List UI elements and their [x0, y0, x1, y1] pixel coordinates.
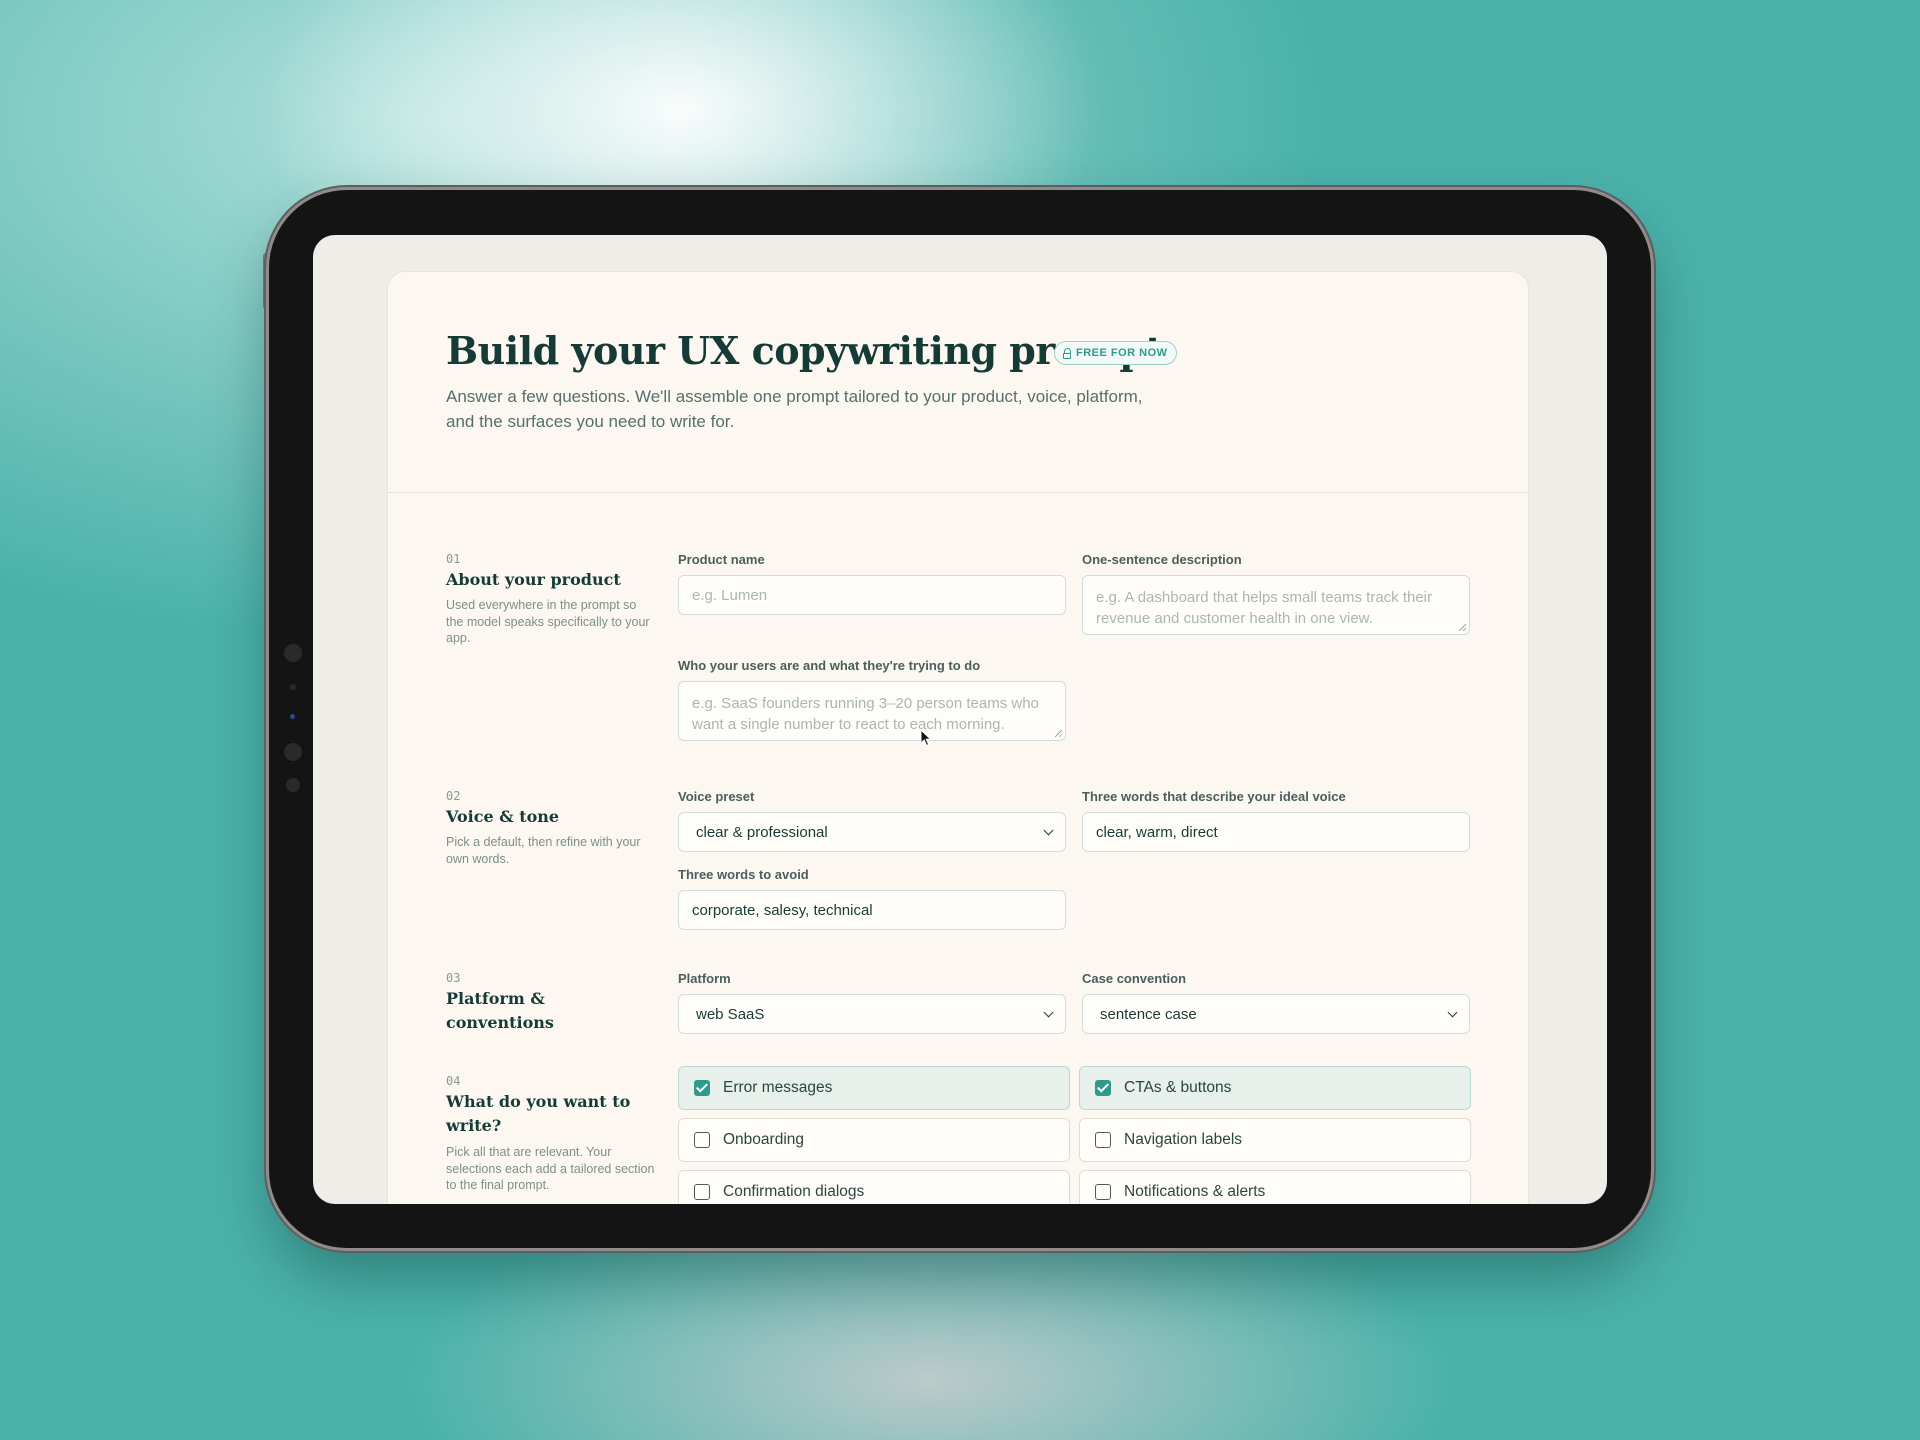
- section-description: Pick all that are relevant. Your selecti…: [446, 1145, 655, 1192]
- option-label: Error messages: [723, 1079, 833, 1096]
- form-card: Build your UX copywriting prompt FREE FO…: [387, 271, 1529, 1204]
- field-label: Case convention: [1082, 971, 1187, 986]
- chevron-down-icon: [1043, 1007, 1054, 1017]
- users-field: Who your users are and what they're tryi…: [678, 658, 1066, 741]
- checkbox-checked-icon[interactable]: [694, 1080, 710, 1096]
- chevron-down-icon: [1447, 1007, 1458, 1017]
- chevron-down-icon: [1043, 825, 1054, 835]
- resize-handle-icon[interactable]: [1459, 624, 1466, 631]
- case-select[interactable]: sentence case: [1082, 994, 1470, 1034]
- lock-icon: [1063, 347, 1072, 359]
- platform-select[interactable]: web SaaS: [678, 994, 1066, 1034]
- form-header: Build your UX copywriting prompt FREE FO…: [388, 272, 1528, 493]
- tablet-screen: Build your UX copywriting prompt FREE FO…: [313, 235, 1607, 1204]
- camera-dot: [284, 644, 302, 662]
- cursor-icon: [920, 729, 932, 747]
- section-title: Platform & conventions: [446, 989, 554, 1032]
- section-number: 02: [446, 789, 461, 803]
- field-label: Product name: [678, 552, 765, 567]
- description-textarea[interactable]: e.g. A dashboard that helps small teams …: [1082, 575, 1470, 635]
- field-label: Who your users are and what they're tryi…: [678, 658, 981, 673]
- sensor-dot: [290, 684, 296, 690]
- avoid-words-input[interactable]: corporate, salesy, technical: [678, 890, 1066, 930]
- option-label: Onboarding: [723, 1131, 805, 1148]
- users-textarea[interactable]: e.g. SaaS founders running 3–20 person t…: [678, 681, 1066, 741]
- section-number: 01: [446, 552, 461, 566]
- checkbox-icon[interactable]: [694, 1132, 710, 1148]
- avoid-words-field: Three words to avoid corporate, salesy, …: [678, 867, 1066, 930]
- section-number: 03: [446, 971, 461, 985]
- field-label: Platform: [678, 971, 731, 986]
- surface-option-onboarding[interactable]: Onboarding: [678, 1118, 1070, 1162]
- surface-option-navigation-labels[interactable]: Navigation labels: [1079, 1118, 1471, 1162]
- resize-handle-icon[interactable]: [1055, 730, 1062, 737]
- platform-field: Platform web SaaS: [678, 971, 1066, 1034]
- voice-preset-field: Voice preset clear & professional: [678, 789, 1066, 852]
- select-value: sentence case: [1100, 1005, 1197, 1023]
- voice-words-input[interactable]: clear, warm, direct: [1082, 812, 1470, 852]
- badge-label: FREE FOR NOW: [1076, 347, 1168, 359]
- checkbox-icon[interactable]: [694, 1184, 710, 1200]
- option-label: Notifications & alerts: [1124, 1183, 1266, 1200]
- section-platform: 03 Platform & conventions Platform web S…: [446, 971, 1476, 1041]
- section-product: 01 About your product Used everywhere in…: [446, 552, 1476, 752]
- field-label: Voice preset: [678, 789, 755, 804]
- section-description: Used everywhere in the prompt so the mod…: [446, 598, 650, 645]
- section-title: Voice & tone: [446, 807, 560, 826]
- field-label: One-sentence description: [1082, 552, 1242, 567]
- option-label: CTAs & buttons: [1124, 1079, 1232, 1096]
- page-subtitle: Answer a few questions. We'll assemble o…: [446, 387, 1143, 431]
- field-label: Three words to avoid: [678, 867, 809, 882]
- camera-dot: [286, 778, 300, 792]
- textarea-placeholder: e.g. SaaS founders running 3–20 person t…: [692, 695, 1039, 733]
- option-label: Navigation labels: [1124, 1131, 1243, 1148]
- surface-option-notifications-alerts[interactable]: Notifications & alerts: [1079, 1170, 1471, 1204]
- section-description: Pick a default, then refine with your ow…: [446, 835, 641, 866]
- textarea-placeholder: e.g. A dashboard that helps small teams …: [1096, 589, 1433, 627]
- section-voice: 02 Voice & tone Pick a default, then ref…: [446, 789, 1476, 930]
- surface-option-ctas-buttons[interactable]: CTAs & buttons: [1079, 1066, 1471, 1110]
- surface-option-error-messages[interactable]: Error messages: [678, 1066, 1070, 1110]
- checkbox-checked-icon[interactable]: [1095, 1080, 1111, 1096]
- case-field: Case convention sentence case: [1082, 971, 1470, 1034]
- section-title: About your product: [446, 570, 621, 589]
- field-label: Three words that describe your ideal voi…: [1082, 789, 1346, 804]
- surface-option-confirmation-dialogs[interactable]: Confirmation dialogs: [678, 1170, 1070, 1204]
- free-badge: FREE FOR NOW: [1054, 341, 1177, 365]
- option-label: Confirmation dialogs: [723, 1183, 865, 1200]
- checkbox-icon[interactable]: [1095, 1132, 1111, 1148]
- sensor-dot: [290, 714, 295, 719]
- camera-dot: [284, 743, 302, 761]
- voice-words-field: Three words that describe your ideal voi…: [1082, 789, 1470, 852]
- product-name-field: Product name e.g. Lumen: [678, 552, 1066, 615]
- section-surfaces: 04 What do you want to write? Pick all t…: [446, 1066, 1476, 1204]
- product-name-input[interactable]: e.g. Lumen: [678, 575, 1066, 615]
- checkbox-icon[interactable]: [1095, 1184, 1111, 1200]
- description-field: One-sentence description e.g. A dashboar…: [1082, 552, 1470, 635]
- voice-preset-select[interactable]: clear & professional: [678, 812, 1066, 852]
- select-value: web SaaS: [696, 1005, 765, 1023]
- section-title: What do you want to write?: [446, 1092, 631, 1135]
- select-value: clear & professional: [696, 823, 828, 841]
- section-number: 04: [446, 1074, 461, 1088]
